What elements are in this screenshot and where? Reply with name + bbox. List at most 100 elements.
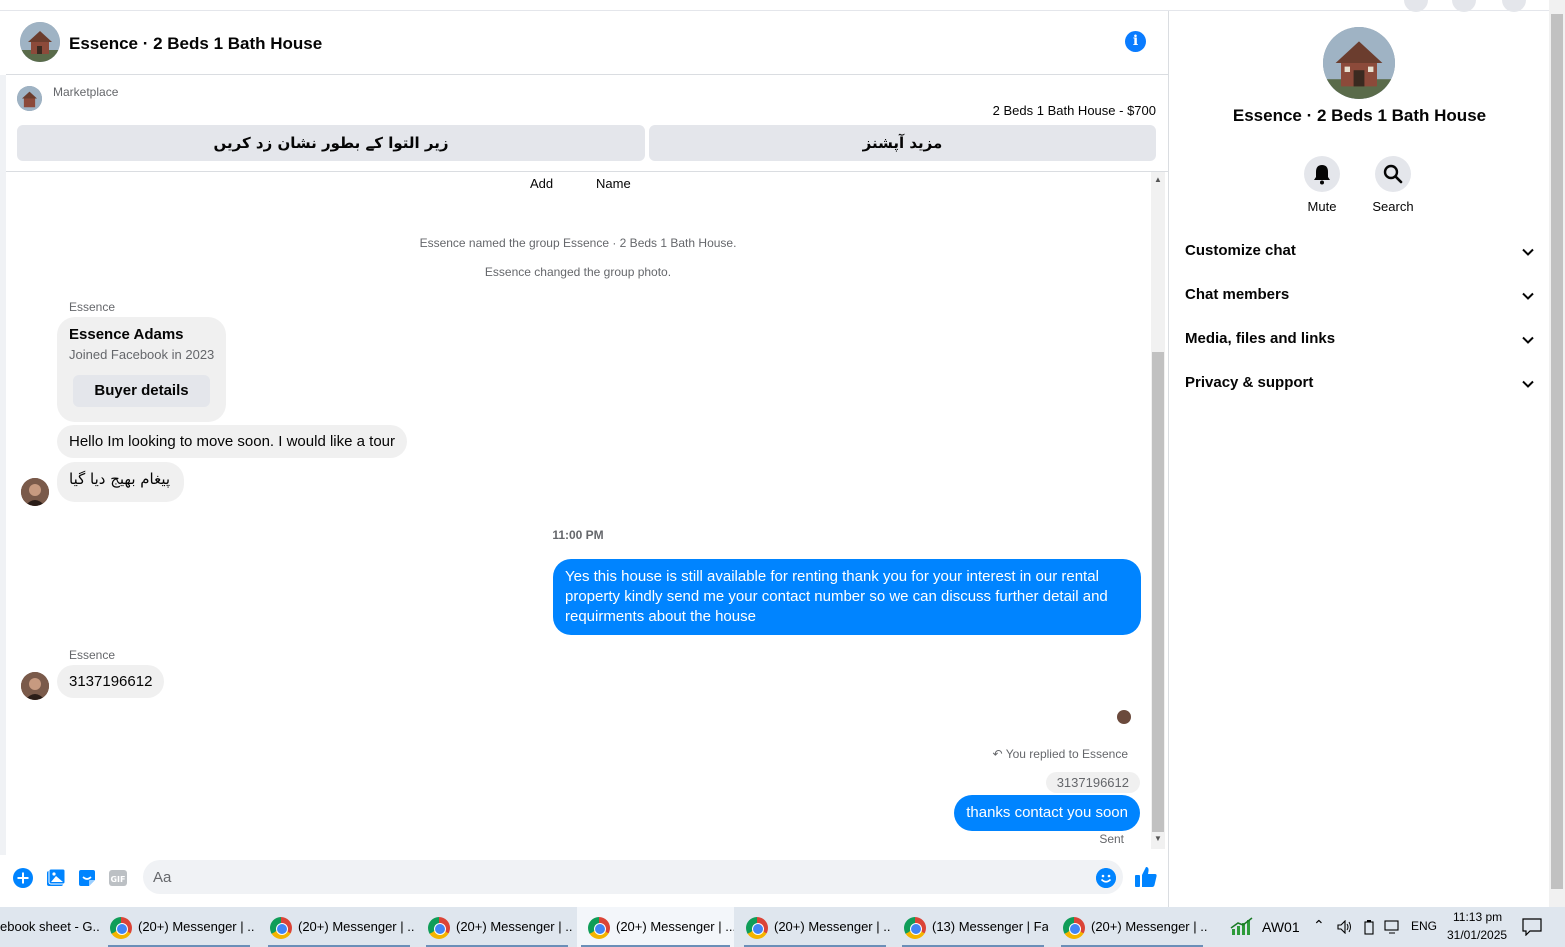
panel-title: Essence · 2 Beds 1 Bath House [1232, 106, 1487, 125]
stock-ticker[interactable]: AW01 [1262, 919, 1300, 935]
gif-icon[interactable]: GIF [108, 868, 128, 888]
chrome-icon [428, 917, 450, 939]
notifications-icon[interactable] [1522, 918, 1542, 936]
marketplace-banner: Marketplace 2 Beds 1 Bath House - $700 ز… [6, 75, 1168, 172]
reply-note: ↶ You replied to Essence [993, 747, 1129, 761]
section-label: Privacy & support [1185, 374, 1314, 391]
sent-status: Sent [1099, 832, 1124, 846]
chat-header: Essence · 2 Beds 1 Bath House i [6, 11, 1168, 75]
chevron-down-icon [1522, 292, 1534, 300]
chevron-down-icon [1522, 336, 1534, 344]
taskbar-item-active[interactable]: (20+) Messenger | ... [577, 907, 734, 947]
search-button[interactable]: Search [1368, 156, 1418, 214]
reply-icon: ↶ [992, 747, 1003, 761]
system-message: Essence named the group Essence · 2 Beds… [419, 236, 737, 250]
taskbar-item[interactable]: ebook sheet - G... [0, 907, 100, 947]
scroll-thumb[interactable] [1152, 352, 1164, 832]
composer: GIF [6, 849, 1168, 907]
avatar[interactable] [21, 672, 49, 700]
section-label: Customize chat [1185, 242, 1296, 259]
message-bubble-outgoing[interactable]: thanks contact you soon [954, 795, 1140, 831]
chat-title[interactable]: Essence · 2 Beds 1 Bath House [69, 34, 322, 54]
clock-date[interactable]: 31/01/2025 [1447, 928, 1507, 942]
mark-pending-button[interactable]: زیر التوا کے بطور نشان زد کریں [17, 125, 645, 161]
avatar[interactable] [21, 478, 49, 506]
timestamp: 11:00 PM [552, 528, 604, 542]
windows-taskbar: ebook sheet - G... (20+) Messenger | ...… [0, 907, 1565, 947]
chrome-icon [904, 917, 926, 939]
bell-icon [1314, 165, 1330, 185]
sticker-icon[interactable] [77, 868, 97, 888]
listing-title-price[interactable]: 2 Beds 1 Bath House - $700 [993, 103, 1156, 118]
system-message: Essence changed the group photo. [484, 265, 672, 279]
battery-icon[interactable] [1362, 919, 1376, 935]
chevron-up-icon[interactable]: ⌃ [1313, 917, 1325, 934]
photo-icon[interactable] [46, 868, 66, 888]
taskbar-item-label: (20+) Messenger | ... [774, 919, 890, 934]
taskbar-item-label: (20+) Messenger | ... [298, 919, 414, 934]
search-label: Search [1372, 199, 1414, 214]
quoted-message[interactable]: 3137196612 [1045, 772, 1140, 793]
taskbar-item-label: (20+) Messenger | ... [1091, 919, 1207, 934]
message-bubble[interactable]: Hello Im looking to move soon. I would l… [57, 425, 407, 458]
svg-text:GIF: GIF [110, 875, 125, 884]
seen-indicator-avatar [1117, 710, 1131, 724]
plus-icon[interactable] [13, 868, 33, 888]
message-bubble[interactable]: 3137196612 [57, 665, 165, 698]
message-scrollbar[interactable]: ▲ ▼ [1151, 172, 1165, 849]
taskbar-item[interactable]: (20+) Messenger | ... [264, 907, 414, 947]
group-photo[interactable] [20, 22, 60, 62]
chevron-down-icon [1522, 248, 1534, 256]
browser-top-edge [0, 0, 1549, 12]
taskbar-item[interactable]: (20+) Messenger | ... [1057, 907, 1207, 947]
section-media-files-links[interactable]: Media, files and links [1185, 328, 1535, 352]
scroll-up-icon[interactable]: ▲ [1154, 175, 1162, 184]
chrome-icon [588, 917, 610, 939]
chrome-icon [1063, 917, 1085, 939]
add-link[interactable]: Add [530, 176, 553, 191]
chrome-icon [110, 917, 132, 939]
section-customize-chat[interactable]: Customize chat [1185, 240, 1535, 264]
emoji-icon[interactable] [1096, 868, 1116, 888]
taskbar-item-label: (20+) Messenger | ... [616, 919, 734, 934]
buyer-joined: Joined Facebook in 2023 [69, 347, 215, 362]
taskbar-item[interactable]: (20+) Messenger | ... [740, 907, 890, 947]
group-photo-large[interactable] [1323, 27, 1395, 99]
like-icon[interactable] [1134, 865, 1158, 889]
taskbar-item-label: (20+) Messenger | ... [138, 919, 254, 934]
taskbar-item-label: ebook sheet - G... [0, 919, 100, 934]
chevron-down-icon [1522, 380, 1534, 388]
section-chat-members[interactable]: Chat members [1185, 284, 1535, 308]
section-privacy-support[interactable]: Privacy & support [1185, 372, 1535, 396]
mute-button[interactable]: Mute [1297, 156, 1347, 214]
speaker-icon[interactable] [1337, 920, 1353, 934]
taskbar-item[interactable]: (20+) Messenger | ... [104, 907, 254, 947]
more-options-button[interactable]: مزید آپشنز [649, 125, 1156, 161]
sender-name: Essence [69, 300, 116, 314]
chat-info-panel: Essence · 2 Beds 1 Bath House Mute Searc… [1168, 11, 1549, 907]
taskbar-item[interactable]: (20+) Messenger | ... [422, 907, 572, 947]
message-input[interactable] [143, 860, 1123, 894]
message-bubble-outgoing[interactable]: Yes this house is still available for re… [553, 559, 1141, 635]
taskbar-item[interactable]: (13) Messenger | Fa... [898, 907, 1048, 947]
buyer-card: Essence Adams Joined Facebook in 2023 Bu… [57, 317, 226, 422]
page-scrollbar[interactable] [1549, 0, 1565, 907]
chrome-icon [270, 917, 292, 939]
taskbar-item-label: (20+) Messenger | ... [456, 919, 572, 934]
listing-thumbnail[interactable] [17, 86, 42, 111]
name-link[interactable]: Name [596, 176, 631, 191]
marketplace-label: Marketplace [53, 85, 119, 99]
stock-chart-icon[interactable] [1230, 917, 1254, 937]
section-label: Chat members [1185, 286, 1290, 303]
info-icon[interactable]: i [1125, 31, 1146, 52]
scroll-down-icon[interactable]: ▼ [1154, 834, 1162, 843]
buyer-name[interactable]: Essence Adams [69, 326, 184, 343]
message-bubble[interactable]: پیغام بھیج دیا گیا [57, 462, 185, 502]
clock-time[interactable]: 11:13 pm [1453, 910, 1502, 924]
buyer-details-button[interactable]: Buyer details [73, 375, 210, 407]
page-scroll-thumb[interactable] [1551, 14, 1563, 889]
taskbar-item-label: (13) Messenger | Fa... [932, 919, 1048, 934]
network-icon[interactable] [1384, 920, 1402, 934]
messenger-window: Essence · 2 Beds 1 Bath House i Marketpl… [0, 0, 1565, 907]
language-indicator[interactable]: ENG [1411, 919, 1437, 933]
